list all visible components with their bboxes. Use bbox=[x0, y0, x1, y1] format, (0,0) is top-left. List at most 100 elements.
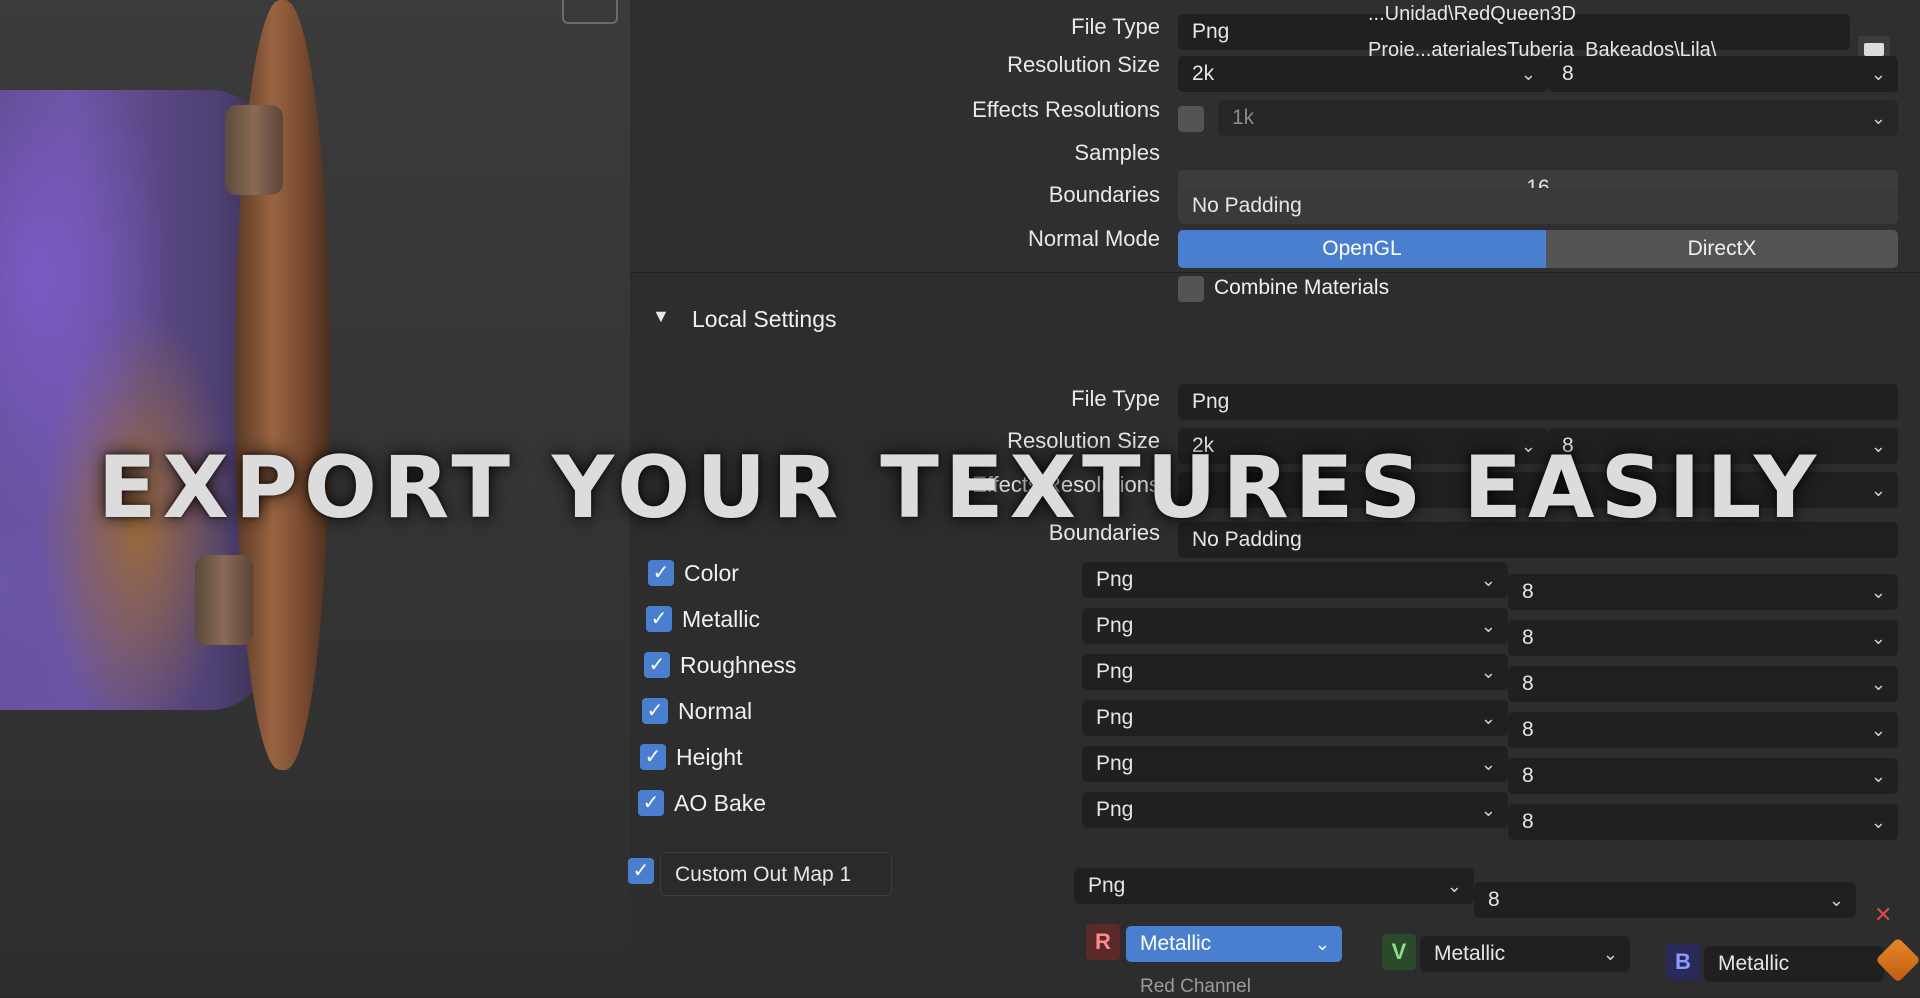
chevron-down-icon: ⌄ bbox=[1870, 720, 1886, 740]
map-format-select[interactable]: Png ⌄ bbox=[1082, 654, 1508, 690]
chevron-down-icon: ⌄ bbox=[1870, 628, 1886, 648]
map-depth-value: 8 bbox=[1522, 764, 1534, 787]
map-label: Metallic bbox=[682, 606, 760, 632]
map-depth-select[interactable]: 8 ⌄ bbox=[1508, 620, 1898, 656]
map-depth-select[interactable]: 8 ⌄ bbox=[1508, 666, 1898, 702]
map-depth-select[interactable]: 8 ⌄ bbox=[1508, 712, 1898, 748]
chevron-down-icon: ⌄ bbox=[1870, 64, 1886, 84]
map-format-select[interactable]: Png ⌄ bbox=[1082, 700, 1508, 736]
chevron-down-icon: ⌄ bbox=[1602, 944, 1618, 964]
green-channel-value: Metallic bbox=[1434, 942, 1506, 965]
collapse-triangle-icon[interactable]: ▼ bbox=[652, 306, 670, 327]
map-label: Roughness bbox=[680, 652, 797, 678]
combine-materials-checkbox[interactable] bbox=[1178, 276, 1204, 302]
chevron-down-icon: ⌄ bbox=[1870, 582, 1886, 602]
map-label: Color bbox=[684, 560, 739, 586]
combine-materials-label: Combine Materials bbox=[1214, 276, 1390, 299]
normal-opengl-toggle[interactable]: OpenGL bbox=[1178, 230, 1546, 268]
custom-map-name-field[interactable]: Custom Out Map 1 bbox=[660, 852, 892, 896]
red-channel-value: Metallic bbox=[1140, 932, 1212, 955]
map-format-value: Png bbox=[1096, 798, 1134, 821]
map-format-select[interactable]: Png ⌄ bbox=[1082, 562, 1508, 598]
map-checkbox[interactable]: ✓ bbox=[640, 744, 666, 770]
overlay-title: EXPORT YOUR TEXTURES EASILY bbox=[97, 438, 1823, 538]
chevron-down-icon: ⌄ bbox=[1446, 876, 1462, 896]
chevron-down-icon: ⌄ bbox=[1480, 616, 1496, 636]
effects-label: Effects Resolutions bbox=[972, 97, 1160, 122]
chevron-down-icon: ⌄ bbox=[1480, 570, 1496, 590]
custom-format-select[interactable]: Png ⌄ bbox=[1074, 868, 1474, 904]
file-type-label: File Type bbox=[1071, 14, 1160, 39]
map-format-select[interactable]: Png ⌄ bbox=[1082, 746, 1508, 782]
map-label: AO Bake bbox=[674, 790, 767, 816]
boundaries-value: No Padding bbox=[1192, 194, 1302, 217]
file-type-value: Png bbox=[1192, 20, 1230, 43]
chevron-down-icon: ⌄ bbox=[1480, 708, 1496, 728]
local-settings-header[interactable]: Local Settings bbox=[692, 306, 836, 333]
bit-depth-select[interactable]: 8 ⌄ bbox=[1548, 56, 1898, 92]
custom-map-label: Custom Out Map 1 bbox=[675, 863, 852, 886]
custom-depth-select[interactable]: 8 ⌄ bbox=[1474, 882, 1856, 918]
output-path-field[interactable]: Png ...Unidad\RedQueen3D Proje...aterial… bbox=[1178, 3, 1850, 61]
bolt-shape bbox=[195, 555, 253, 645]
chevron-down-icon: ⌄ bbox=[1480, 800, 1496, 820]
map-checkbox[interactable]: ✓ bbox=[638, 790, 664, 816]
map-depth-select[interactable]: 8 ⌄ bbox=[1508, 804, 1898, 840]
map-format-select[interactable]: Png ⌄ bbox=[1082, 608, 1508, 644]
red-channel-select[interactable]: Metallic ⌄ bbox=[1126, 926, 1342, 962]
map-format-value: Png bbox=[1096, 706, 1134, 729]
viewport-toggle-icon[interactable] bbox=[562, 0, 618, 24]
effects-checkbox[interactable] bbox=[1178, 106, 1204, 132]
map-checkbox[interactable]: ✓ bbox=[646, 606, 672, 632]
resolution-value: 2k bbox=[1192, 62, 1215, 85]
map-checkbox[interactable]: ✓ bbox=[642, 698, 668, 724]
chevron-down-icon: ⌄ bbox=[1828, 890, 1844, 910]
chevron-down-icon: ⌄ bbox=[1314, 934, 1330, 954]
chevron-down-icon: ⌄ bbox=[1870, 674, 1886, 694]
blue-channel-badge: B bbox=[1666, 944, 1700, 980]
custom-format-value: Png bbox=[1088, 874, 1126, 897]
map-checkbox[interactable]: ✓ bbox=[644, 652, 670, 678]
channel-dropdown-hint[interactable]: Red Channel bbox=[1140, 976, 1251, 998]
custom-map-checkbox[interactable]: ✓ bbox=[628, 858, 654, 884]
blue-channel-value: Metallic bbox=[1718, 952, 1790, 975]
normal-mode-label: Normal Mode bbox=[1027, 226, 1160, 251]
map-label: Height bbox=[676, 744, 743, 770]
green-channel-select[interactable]: Metallic ⌄ bbox=[1420, 936, 1630, 972]
chevron-down-icon: ⌄ bbox=[1480, 662, 1496, 682]
chevron-down-icon: ⌄ bbox=[1870, 766, 1886, 786]
bolt-shape bbox=[225, 105, 283, 195]
effects-resolution-select[interactable]: 1k ⌄ bbox=[1218, 100, 1898, 136]
map-checkbox[interactable]: ✓ bbox=[648, 560, 674, 586]
chevron-down-icon: ⌄ bbox=[1870, 812, 1886, 832]
remove-map-icon[interactable]: ✕ bbox=[1874, 902, 1892, 928]
resolution-label: Resolution Size bbox=[1007, 52, 1160, 77]
boundaries-select[interactable]: No Padding bbox=[1178, 188, 1898, 224]
local-file-type-label: File Type bbox=[1071, 386, 1160, 411]
green-channel-badge: V bbox=[1382, 934, 1416, 970]
chevron-down-icon: ⌄ bbox=[1480, 754, 1496, 774]
map-format-value: Png bbox=[1096, 752, 1134, 775]
map-format-value: Png bbox=[1096, 568, 1134, 591]
map-depth-value: 8 bbox=[1522, 626, 1534, 649]
map-format-select[interactable]: Png ⌄ bbox=[1082, 792, 1508, 828]
map-depth-value: 8 bbox=[1522, 718, 1534, 741]
local-file-type-value: Png bbox=[1192, 390, 1230, 413]
resolution-select[interactable]: 2k ⌄ bbox=[1178, 56, 1548, 92]
map-depth-value: 8 bbox=[1522, 810, 1534, 833]
map-depth-select[interactable]: 8 ⌄ bbox=[1508, 758, 1898, 794]
boundaries-label: Boundaries bbox=[1048, 182, 1160, 207]
chevron-down-icon: ⌄ bbox=[1520, 64, 1536, 84]
custom-depth-value: 8 bbox=[1488, 888, 1500, 911]
blue-channel-select[interactable]: Metallic bbox=[1704, 946, 1884, 982]
effects-value: 1k bbox=[1232, 106, 1255, 129]
red-channel-badge: R bbox=[1086, 924, 1120, 960]
map-format-value: Png bbox=[1096, 660, 1134, 683]
map-depth-value: 8 bbox=[1522, 580, 1534, 603]
bit-depth-value: 8 bbox=[1562, 62, 1574, 85]
map-label: Normal bbox=[678, 698, 753, 724]
local-file-type-select[interactable]: Png bbox=[1178, 384, 1898, 420]
map-depth-select[interactable]: 8 ⌄ bbox=[1508, 574, 1898, 610]
chevron-down-icon: ⌄ bbox=[1870, 108, 1886, 128]
normal-directx-toggle[interactable]: DirectX bbox=[1546, 230, 1898, 268]
